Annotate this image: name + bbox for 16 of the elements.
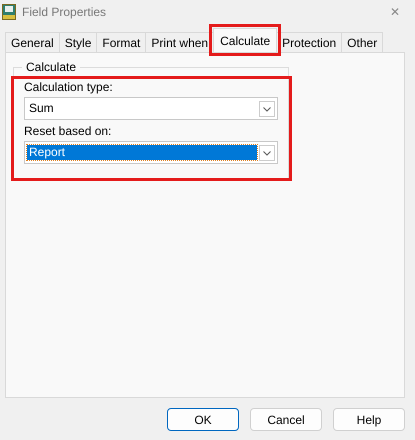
- chevron-down-icon[interactable]: [259, 144, 275, 160]
- dropdown-value: Report: [27, 145, 257, 160]
- dropdown[interactable]: Sum: [24, 97, 278, 120]
- field-label: Reset based on:: [24, 124, 112, 138]
- dropdown-value: Sum: [28, 101, 55, 116]
- dropdown[interactable]: Report: [24, 141, 278, 164]
- chevron-down-icon[interactable]: [259, 100, 275, 116]
- dialog-button[interactable]: Help: [333, 408, 405, 431]
- dialog-button[interactable]: OK: [167, 408, 239, 431]
- group-title: Calculate: [22, 60, 80, 74]
- tab[interactable]: Style: [58, 32, 98, 52]
- tab[interactable]: General: [5, 32, 60, 52]
- field-label: Calculation type:: [24, 80, 114, 94]
- window-title: Field Properties: [22, 5, 106, 19]
- tab[interactable]: Other: [341, 32, 384, 52]
- dialog-button[interactable]: Cancel: [250, 408, 322, 431]
